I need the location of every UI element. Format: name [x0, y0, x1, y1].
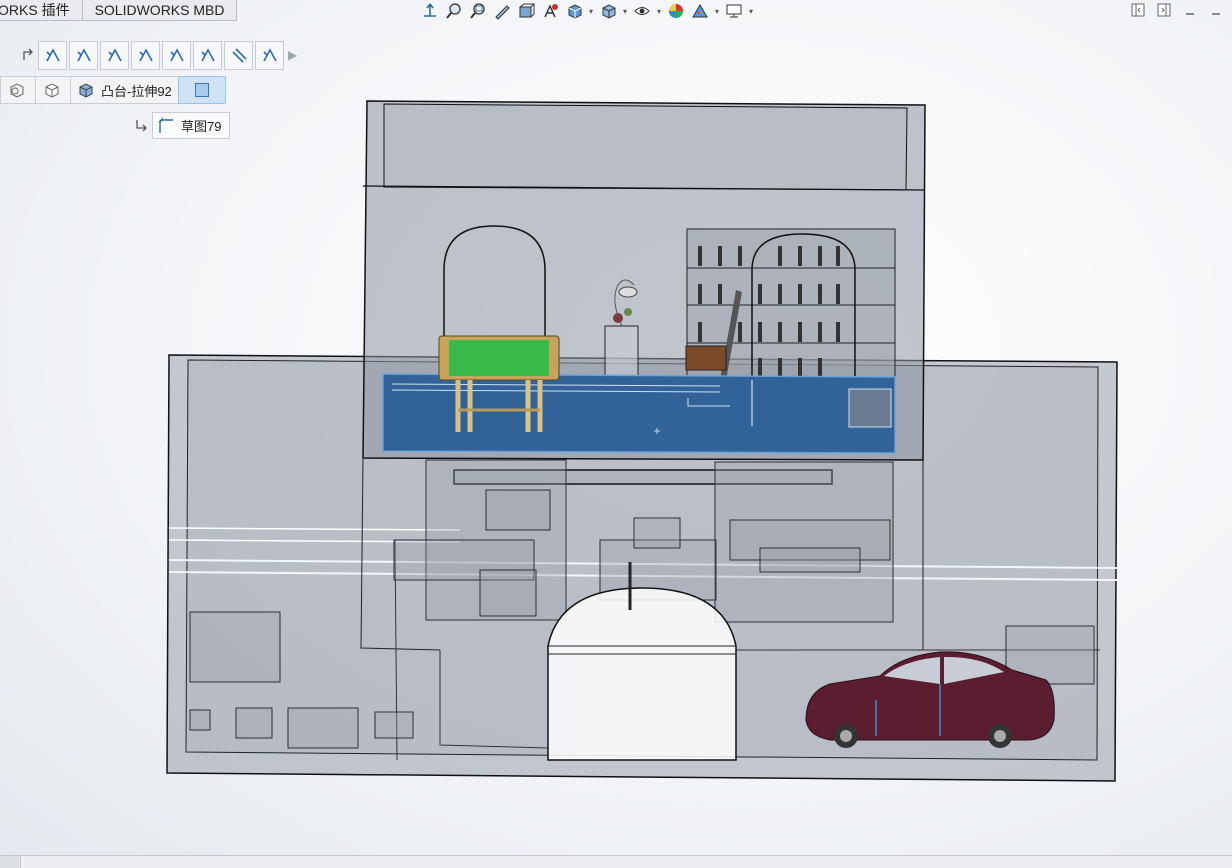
wine-rack [685, 228, 896, 380]
status-bar-grip [0, 856, 21, 868]
model-viewport[interactable] [0, 0, 1232, 855]
status-bar [0, 855, 1232, 868]
